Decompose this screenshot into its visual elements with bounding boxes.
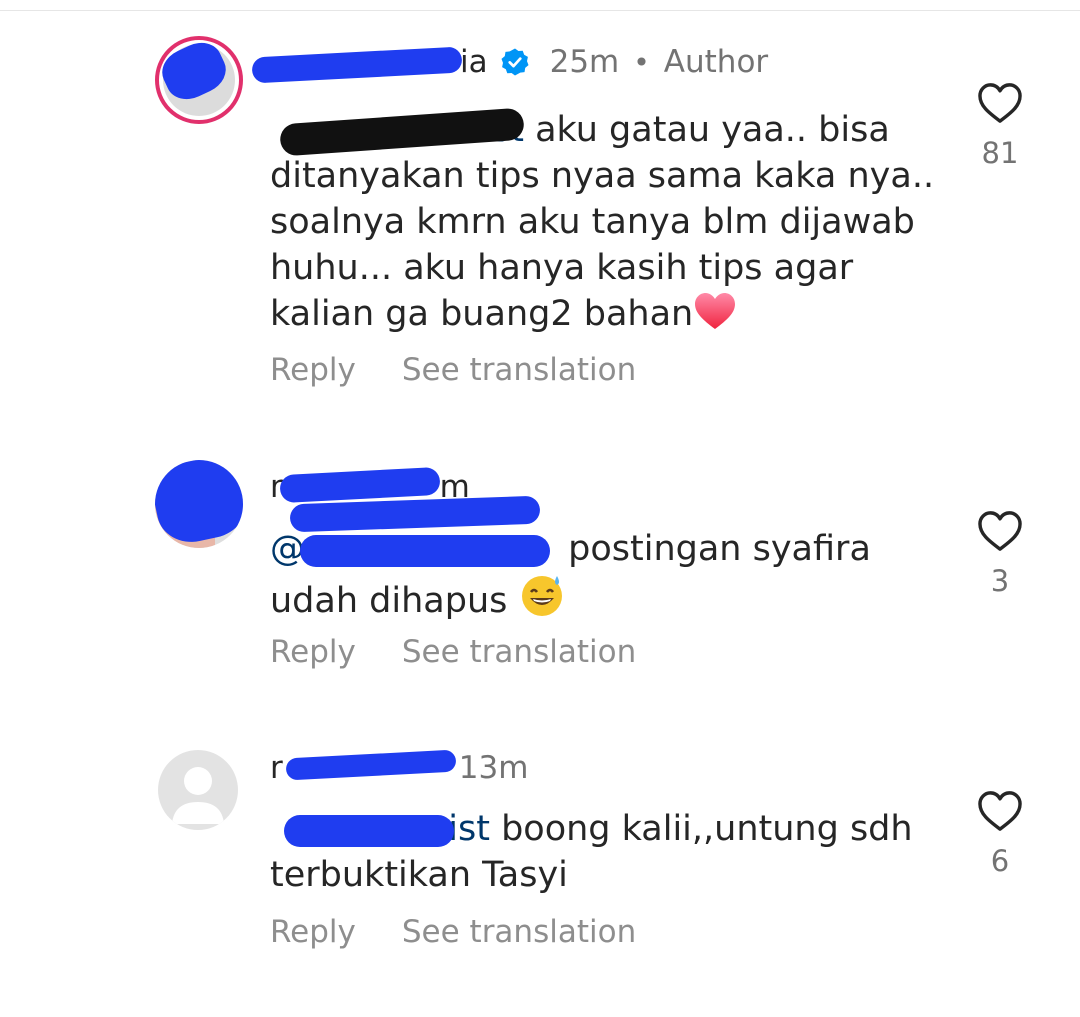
top-divider <box>0 10 1080 11</box>
verified-badge-icon <box>501 48 529 76</box>
grinning-sweat-emoji-icon <box>521 576 562 616</box>
see-translation-button[interactable]: See translation <box>402 634 636 670</box>
avatar[interactable] <box>155 36 243 124</box>
heart-emoji-icon <box>695 293 736 329</box>
like-section: 3 <box>970 510 1030 598</box>
comment-time: 25m <box>549 44 620 80</box>
avatar[interactable] <box>155 460 243 548</box>
heart-outline-icon[interactable] <box>977 790 1023 832</box>
like-count: 6 <box>990 844 1010 878</box>
reply-button[interactable]: Reply <box>270 634 356 670</box>
like-section: 81 <box>970 82 1030 170</box>
comment-header: r 13m <box>270 746 542 790</box>
username[interactable]: r <box>270 749 457 786</box>
username[interactable]: ia <box>251 44 488 84</box>
mention-link[interactable]: st <box>270 107 535 157</box>
comment-actions: Reply See translation <box>270 352 636 388</box>
default-user-icon <box>172 767 224 824</box>
comment-text: sist boong kalii,,untung sdh terbuktikan… <box>270 806 950 898</box>
mention-link[interactable]: sist <box>270 809 501 849</box>
heart-outline-icon[interactable] <box>977 510 1023 552</box>
avatar[interactable] <box>158 750 238 830</box>
comment-actions: Reply See translation <box>270 914 636 950</box>
separator-dot: • <box>633 45 650 79</box>
like-count: 81 <box>981 136 1019 170</box>
reply-button[interactable]: Reply <box>270 914 356 950</box>
comment-text: @ postingan syafira udah dihapus <box>270 526 950 624</box>
reply-button[interactable]: Reply <box>270 352 356 388</box>
like-count: 3 <box>990 564 1010 598</box>
comment-header: ia 25m • Author <box>251 40 769 84</box>
see-translation-button[interactable]: See translation <box>402 352 636 388</box>
heart-outline-icon[interactable] <box>977 82 1023 124</box>
author-label: Author <box>663 44 769 80</box>
see-translation-button[interactable]: See translation <box>402 914 636 950</box>
mention-link[interactable]: @ <box>270 529 568 569</box>
comment-actions: Reply See translation <box>270 634 636 670</box>
comment-time: 13m <box>458 750 529 786</box>
comment-text: st aku gatau yaa.. bisa ditanyakan tips … <box>270 107 950 337</box>
like-section: 6 <box>970 790 1030 878</box>
